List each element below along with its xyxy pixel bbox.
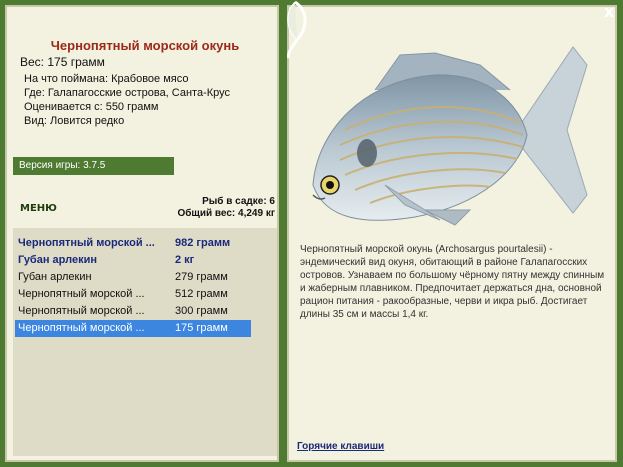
kind-line: Вид: Ловится редко xyxy=(24,115,125,127)
fish-weight: Вес: 175 грамм xyxy=(20,55,105,69)
fish-weight-cell: 175 грамм xyxy=(175,322,228,334)
total-weight: Общий вес: 4,249 кг xyxy=(177,208,275,219)
fish-name: Чернопятный морской ... xyxy=(18,237,155,249)
list-item[interactable]: Губан арлекин 2 кг xyxy=(15,252,251,269)
fish-weight-cell: 300 грамм xyxy=(175,305,228,317)
fish-name: Губан арлекин xyxy=(18,254,97,266)
list-item[interactable]: Чернопятный морской ... 175 грамм xyxy=(15,320,251,337)
fish-name: Губан арлекин xyxy=(18,271,92,283)
hotkeys-link[interactable]: Горячие клавиши xyxy=(297,441,384,452)
fish-details: На что поймана: Крабовое мясо Где: Галап… xyxy=(24,72,230,128)
fish-weight-cell: 512 грамм xyxy=(175,288,228,300)
fish-weight-cell: 279 грамм xyxy=(175,271,228,283)
fish-weight-cell: 2 кг xyxy=(175,254,195,266)
list-item[interactable]: Губан арлекин 279 грамм xyxy=(15,269,251,286)
fish-in-cage: Рыб в садке: 6 xyxy=(202,196,275,207)
location-line: Где: Галапагосские острова, Санта-Крус xyxy=(24,87,231,99)
fish-name: Чернопятный морской ... xyxy=(18,305,145,317)
menu-button[interactable]: МЕНЮ xyxy=(20,203,57,214)
version-bar: Версия игры: 3.7.5 xyxy=(13,157,174,175)
fish-name: Чернопятный морской ... xyxy=(18,288,145,300)
cage-stats: Рыб в садке: 6 Общий вес: 4,249 кг xyxy=(150,196,275,220)
fish-title: Чернопятный морской окунь xyxy=(50,38,240,53)
close-button[interactable]: x xyxy=(600,3,618,21)
bait-line: На что поймана: Крабовое мясо xyxy=(24,73,189,85)
fish-weight-cell: 982 грамм xyxy=(175,237,231,249)
list-item[interactable]: Чернопятный морской ... 982 грамм xyxy=(15,235,251,252)
fish-name: Чернопятный морской ... xyxy=(18,322,145,334)
value-line: Оценивается с: 550 грамм xyxy=(24,101,159,113)
fish-image xyxy=(312,46,588,226)
list-item[interactable]: Чернопятный морской ... 300 грамм xyxy=(15,303,251,320)
fish-description: Чернопятный морской окунь (Archosargus p… xyxy=(300,244,605,320)
list-item[interactable]: Чернопятный морской ... 512 грамм xyxy=(15,286,251,303)
catch-list: Чернопятный морской ... 982 грамм Губан … xyxy=(13,228,277,456)
